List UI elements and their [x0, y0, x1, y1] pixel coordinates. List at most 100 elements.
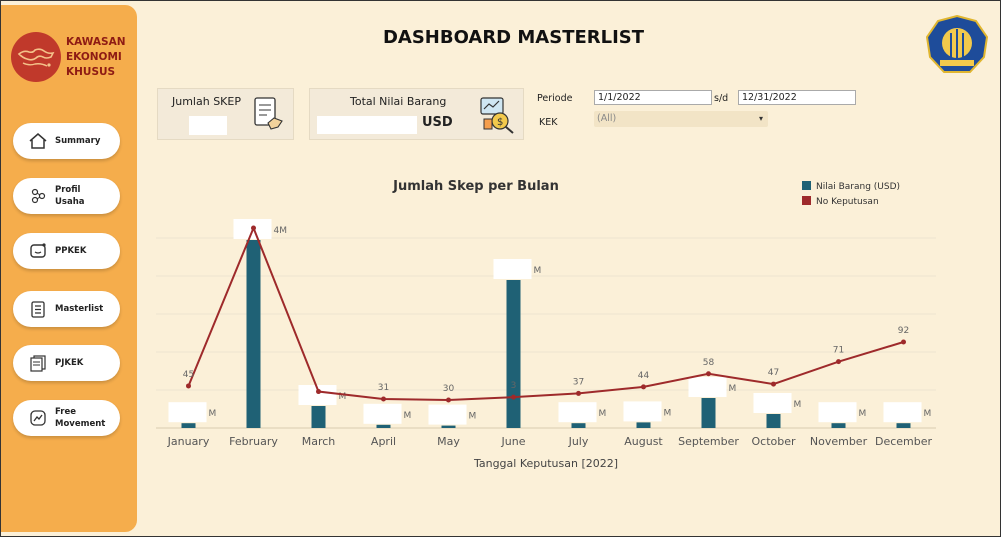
bar-value-mask [818, 402, 857, 423]
bar-october [766, 414, 781, 428]
nav-pjkek-button[interactable]: PJKEK [13, 345, 120, 381]
bar-march [311, 406, 326, 428]
x-tick-label: June [501, 435, 526, 448]
kek-logo [11, 32, 61, 82]
x-tick-label: March [302, 435, 336, 448]
nav-profil-line-2: Usaha [55, 197, 85, 207]
nav-profil-usaha-button[interactable]: Profil Usaha [13, 178, 120, 214]
line-value-label: 37 [573, 377, 584, 387]
x-tick-label: July [568, 435, 589, 448]
bar-june [506, 280, 521, 428]
legend-swatch-nilai [802, 181, 811, 190]
kek-dropdown[interactable]: (All) ▾ [594, 111, 768, 127]
brand-name: KAWASAN EKONOMI KHUSUS [66, 35, 126, 80]
line-point-june [511, 394, 516, 400]
line-point-january [186, 383, 191, 389]
nav-free-movement-label: Free Movement [55, 406, 105, 430]
line-value-label: 92 [898, 326, 909, 336]
bar-july [571, 423, 586, 428]
nav-ppkek-label: PPKEK [55, 246, 87, 256]
line-point-december [901, 339, 906, 345]
bar-value-mask [363, 403, 402, 424]
bar-value-label: M [859, 409, 867, 419]
kek-dropdown-value: (All) [597, 113, 617, 124]
chevron-down-icon: ▾ [758, 114, 763, 123]
line-value-label: 30 [443, 384, 455, 394]
legend-label-nilai: Nilai Barang (USD) [816, 182, 900, 192]
documents-icon [25, 354, 51, 372]
nav-free-line-2: Movement [55, 419, 106, 429]
bar-value-label: M [729, 384, 737, 394]
date-to-input[interactable]: 12/31/2022 [738, 90, 856, 105]
nav-masterlist-button[interactable]: Masterlist [13, 291, 120, 327]
chart-title: Jumlah Skep per Bulan [392, 179, 559, 194]
nav-free-movement-button[interactable]: Free Movement [13, 400, 120, 436]
line-point-july [576, 390, 581, 396]
x-tick-label: May [437, 435, 460, 448]
line-value-label: 45 [183, 370, 194, 380]
nav-profil-usaha-label: Profil Usaha [55, 184, 84, 208]
total-nilai-value [317, 116, 417, 134]
bar-value-label: M [794, 400, 802, 410]
line-point-october [771, 381, 776, 387]
nav-free-line-1: Free [55, 407, 76, 417]
jumlah-skep-label: Jumlah SKEP [172, 95, 241, 108]
x-tick-label: February [229, 435, 278, 448]
ministry-emblem [925, 14, 989, 79]
bar-may [441, 425, 456, 428]
bar-value-label: M [209, 409, 217, 419]
bar-december [896, 423, 911, 428]
bar-value-mask [753, 393, 792, 413]
nav-summary-label: Summary [55, 136, 101, 146]
total-nilai-label: Total Nilai Barang [350, 95, 447, 108]
line-point-may [446, 397, 451, 403]
bar-value-label: M [664, 408, 672, 418]
line-value-label: 3 [511, 381, 517, 391]
nav-ppkek-button[interactable]: PPKEK [13, 233, 120, 269]
bar-value-mask [558, 402, 597, 423]
bar-november [831, 423, 846, 428]
x-tick-label: September [678, 435, 739, 448]
line-point-april [381, 396, 386, 402]
bar-august [636, 422, 651, 428]
bar-value-mask [688, 377, 727, 397]
sd-label: s/d [714, 93, 729, 104]
jumlah-skep-card: Jumlah SKEP [157, 88, 294, 140]
jumlah-skep-value [189, 116, 227, 135]
nav-masterlist-label: Masterlist [55, 304, 104, 314]
line-value-label: 44 [638, 371, 650, 381]
bar-value-mask [493, 259, 532, 279]
checklist-icon [25, 300, 51, 318]
bar-value-label: M [599, 409, 607, 419]
org-icon [25, 187, 51, 205]
x-tick-label: January [167, 435, 210, 448]
nav-summary-button[interactable]: Summary [13, 123, 120, 159]
brand-line-2: EKONOMI [66, 51, 122, 63]
monthly-skep-chart: Jumlah Skep per Bulan Nilai Barang (USD) N… [156, 179, 936, 470]
line-value-label: 58 [703, 358, 715, 368]
bar-value-mask [623, 401, 662, 422]
line-point-march [316, 389, 321, 395]
periode-label: Periode [537, 93, 573, 104]
brand-line-3: KHUSUS [66, 66, 116, 78]
brand-line-1: KAWASAN [66, 36, 126, 48]
x-tick-label: November [810, 435, 868, 448]
bar-february [246, 240, 261, 428]
line-point-november [836, 359, 841, 365]
bar-april [376, 424, 391, 428]
trend-icon [25, 409, 51, 427]
bar-value-label: M [924, 409, 932, 419]
line-point-september [706, 371, 711, 377]
bar-value-label: M [534, 266, 542, 276]
contract-handshake-icon [250, 95, 288, 139]
x-tick-label: August [624, 435, 663, 448]
bar-value-label: M [469, 412, 477, 422]
x-tick-label: April [371, 435, 396, 448]
x-tick-label: December [875, 435, 933, 448]
dashboard-frame: KAWASAN EKONOMI KHUSUS Summary Profil Us… [0, 0, 1001, 537]
page-title: DASHBOARD MASTERLIST [382, 27, 645, 48]
x-axis-title: Tanggal Keputusan [2022] [473, 457, 618, 470]
line-point-february [251, 225, 256, 231]
date-from-input[interactable]: 1/1/2022 [594, 90, 712, 105]
sidebar: KAWASAN EKONOMI KHUSUS Summary Profil Us… [1, 5, 137, 532]
